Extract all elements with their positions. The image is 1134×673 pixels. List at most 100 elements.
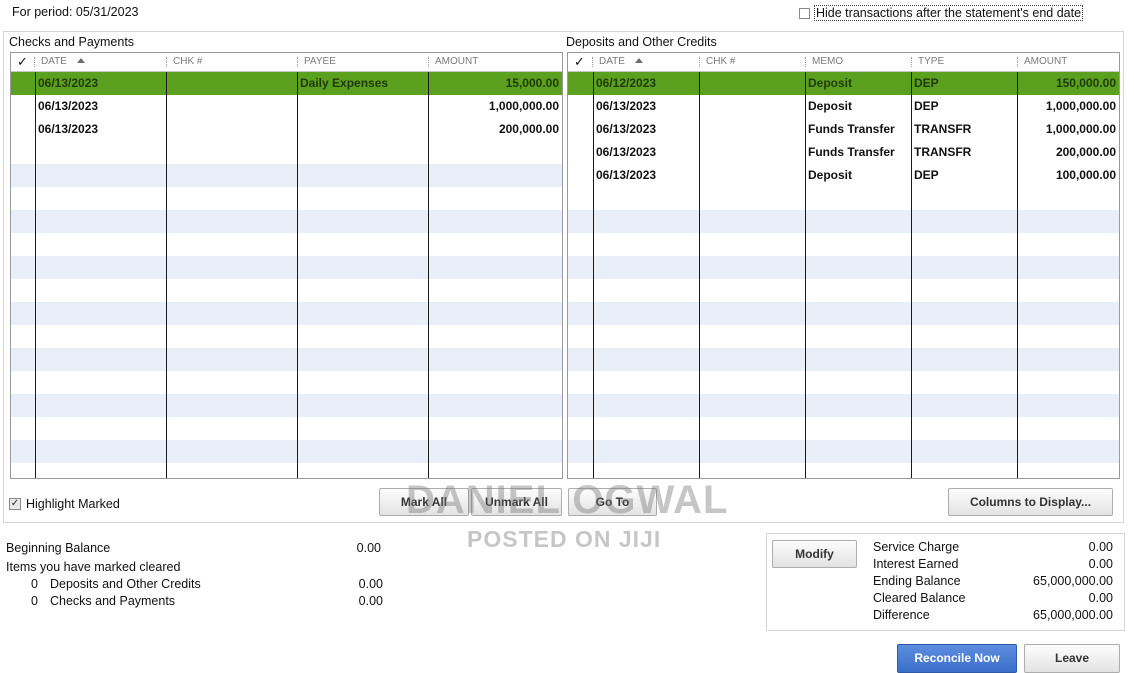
checks-grid[interactable]: ✓ DATE CHK # PAYEE AMOUNT 06/13/2023 Dail… (10, 52, 563, 479)
watermark-line-2: POSTED ON JIJI (467, 526, 662, 552)
checks-header-chk[interactable]: CHK # (167, 53, 202, 71)
deposits-header-date[interactable]: DATE (593, 53, 643, 71)
column-divider (35, 72, 36, 478)
deposits-row[interactable]: 06/13/2023 Funds Transfer TRANSFR 1,000,000… (568, 118, 1119, 141)
totals-label: Interest Earned (873, 557, 959, 571)
column-divider (593, 72, 594, 478)
highlight-marked-toggle[interactable]: ✓ Highlight Marked (9, 497, 120, 511)
checks-header-amount[interactable]: AMOUNT (429, 53, 478, 71)
totals-value: 65,000,000.00 (1033, 574, 1113, 588)
deposits-row[interactable] (568, 371, 1119, 394)
deposits-cell-chk (699, 95, 805, 118)
column-divider (1017, 72, 1018, 478)
checks-row[interactable] (11, 279, 562, 302)
deposits-cell-amount: 1,000,000.00 (1045, 122, 1116, 136)
deposits-row[interactable]: 06/12/2023 Deposit DEP 150,000.00 (568, 72, 1119, 95)
checks-row[interactable] (11, 463, 562, 478)
reconcile-now-button[interactable]: Reconcile Now (897, 644, 1017, 673)
deposits-row[interactable] (568, 325, 1119, 348)
checks-row[interactable] (11, 417, 562, 440)
header-divider[interactable] (428, 57, 429, 67)
deposits-rows: 06/12/2023 Deposit DEP 150,000.00 06/13/2023… (568, 72, 1119, 478)
header-divider[interactable] (699, 57, 700, 67)
deposits-row[interactable]: 06/13/2023 Funds Transfer TRANSFR 200,000.0… (568, 141, 1119, 164)
deposits-row[interactable] (568, 279, 1119, 302)
header-divider[interactable] (1017, 57, 1018, 67)
deposits-cell-date: 06/12/2023 (596, 76, 657, 90)
checks-row[interactable] (11, 210, 562, 233)
deposits-grid[interactable]: ✓ DATE CHK # MEMO TYPE AMOUNT 06/12/2023… (567, 52, 1120, 479)
header-divider[interactable] (166, 57, 167, 67)
hide-transactions-label[interactable]: Hide transactions after the statement's … (814, 5, 1084, 21)
deposits-row[interactable] (568, 187, 1119, 210)
checks-cleared-value: 0.00 (358, 594, 383, 608)
highlight-marked-label[interactable]: Highlight Marked (26, 497, 120, 511)
totals-row: Service Charge 0.00 (873, 540, 1113, 557)
deposits-header-type[interactable]: TYPE (912, 53, 944, 71)
checks-cell-chk (166, 118, 297, 141)
totals-row: Cleared Balance 0.00 (873, 591, 1113, 608)
deposits-row[interactable] (568, 302, 1119, 325)
deposits-header-amount[interactable]: AMOUNT (1018, 53, 1067, 71)
checks-cell-amount: 1,000,000.00 (488, 99, 559, 113)
leave-button[interactable]: Leave (1024, 644, 1120, 673)
checks-row[interactable] (11, 371, 562, 394)
deposits-cell-memo: Deposit (808, 168, 853, 182)
checks-row[interactable] (11, 302, 562, 325)
header-divider[interactable] (592, 57, 593, 67)
deposits-cell-type: TRANSFR (914, 122, 972, 136)
header-divider[interactable] (911, 57, 912, 67)
deposits-cell-chk (699, 141, 805, 164)
deposits-row[interactable] (568, 256, 1119, 279)
deposits-row[interactable]: 06/13/2023 Deposit DEP 100,000.00 (568, 164, 1119, 187)
hide-transactions-checkbox[interactable] (799, 7, 810, 19)
checks-row[interactable] (11, 440, 562, 463)
deposits-row[interactable] (568, 463, 1119, 478)
items-marked-label: Items you have marked cleared (6, 560, 181, 574)
columns-to-display-button[interactable]: Columns to Display... (948, 488, 1113, 516)
deposits-row[interactable] (568, 348, 1119, 371)
hide-transactions-toggle[interactable]: Hide transactions after the statement's … (799, 5, 1084, 21)
header-divider[interactable] (805, 57, 806, 67)
checks-row[interactable] (11, 348, 562, 371)
deposits-row[interactable] (568, 440, 1119, 463)
header-divider[interactable] (34, 57, 35, 67)
checks-cleared-label: Checks and Payments (50, 594, 176, 608)
checks-row[interactable] (11, 394, 562, 417)
deposits-section-title: Deposits and Other Credits (566, 35, 717, 49)
check-mark-icon: ✓ (10, 498, 20, 509)
deposits-row[interactable] (568, 394, 1119, 417)
deposits-header-row: ✓ DATE CHK # MEMO TYPE AMOUNT (568, 53, 1119, 72)
totals-row: Interest Earned 0.00 (873, 557, 1113, 574)
checks-row[interactable]: 06/13/2023 200,000.00 (11, 118, 562, 141)
deposits-row[interactable] (568, 233, 1119, 256)
checks-header-date[interactable]: DATE (35, 53, 85, 71)
deposits-header-chk[interactable]: CHK # (700, 53, 735, 71)
modify-button[interactable]: Modify (772, 540, 857, 568)
column-divider (297, 72, 298, 478)
sort-ascending-icon (634, 58, 643, 63)
checks-row[interactable] (11, 256, 562, 279)
totals-value: 0.00 (1088, 540, 1113, 554)
checks-row[interactable] (11, 141, 562, 164)
totals-label: Ending Balance (873, 574, 961, 588)
checks-row[interactable] (11, 187, 562, 210)
checks-row[interactable] (11, 233, 562, 256)
checks-count: 0 (31, 594, 38, 608)
deposits-row[interactable]: 06/13/2023 Deposit DEP 1,000,000.00 (568, 95, 1119, 118)
header-divider[interactable] (297, 57, 298, 67)
check-column-header-icon[interactable]: ✓ (17, 53, 28, 71)
deposits-row[interactable] (568, 417, 1119, 440)
checks-row[interactable]: 06/13/2023 1,000,000.00 (11, 95, 562, 118)
checks-header-payee[interactable]: PAYEE (298, 53, 336, 71)
column-divider (911, 72, 912, 478)
deposits-header-memo[interactable]: MEMO (806, 53, 843, 71)
checks-row[interactable] (11, 325, 562, 348)
deposits-row[interactable] (568, 210, 1119, 233)
checks-row[interactable] (11, 164, 562, 187)
check-column-header-icon[interactable]: ✓ (574, 53, 585, 71)
totals-value: 0.00 (1088, 591, 1113, 605)
highlight-marked-checkbox[interactable]: ✓ (9, 498, 21, 510)
totals-label: Cleared Balance (873, 591, 966, 605)
checks-row[interactable]: 06/13/2023 Daily Expenses 15,000.00 (11, 72, 562, 95)
